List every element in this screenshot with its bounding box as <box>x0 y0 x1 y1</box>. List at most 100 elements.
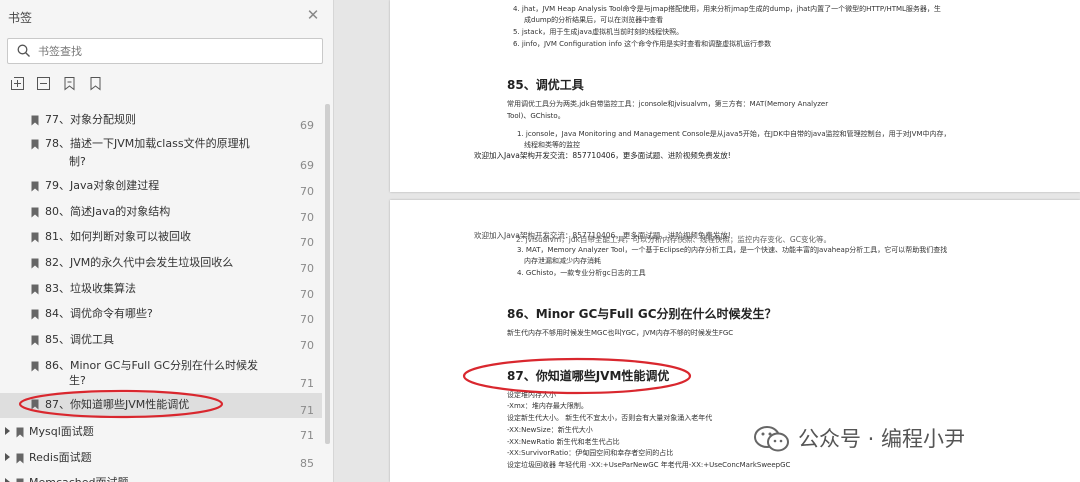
bookmark-label: 83、垃圾收集算法 <box>45 282 136 295</box>
bookmark-icon <box>31 361 39 372</box>
bookmark-icon <box>31 232 39 243</box>
bookmark-list: 77、对象分配规则 69 78、描述一下JVM加载class文件的原理机 制? … <box>0 104 333 482</box>
bookmark-page: 71 <box>300 429 314 442</box>
bookmark-label: 79、Java对象创建过程 <box>45 179 160 192</box>
bookmark-page: 70 <box>300 185 314 198</box>
bookmark-page: 70 <box>300 313 314 326</box>
bookmark-icon <box>31 139 39 150</box>
bookmark-label: Memcached面试题 <box>29 474 129 482</box>
collapse-all-icon[interactable] <box>36 76 52 92</box>
bookmark-page: 85 <box>300 457 314 470</box>
bookmark-icon <box>31 284 39 295</box>
text-line: 线程和类等的监控 <box>524 141 580 149</box>
bookmark-page: 70 <box>300 339 314 352</box>
bookmark-label: 80、简述Java的对象结构 <box>45 205 171 218</box>
bookmark-group[interactable]: Memcached面试题 <box>0 472 322 482</box>
bookmark-label: 87、你知道哪些JVM性能调优 <box>45 398 190 411</box>
panel-header: 书签 ✕ <box>0 0 333 34</box>
bookmark-scrollbar[interactable] <box>325 104 330 444</box>
expand-arrow-icon[interactable] <box>5 427 10 435</box>
text-line: 4. GChisto，一款专业分析gc日志的工具 <box>517 269 646 277</box>
text-line: -XX:SurvivorRatio：伊甸园空间和幸存者空间的占比 <box>507 449 674 457</box>
document-page: 欢迎加入Java架构开发交流：857710406，更多面试题、进阶视频免费发放!… <box>390 200 1080 482</box>
text-line: 设定新生代大小。 新生代不宜太小，否则会有大量对象涌入老年代 <box>507 414 713 422</box>
bookmark-page: 70 <box>300 288 314 301</box>
bookmark-page: 70 <box>300 262 314 275</box>
section-heading: 85、调优工具 <box>507 78 584 92</box>
bookmark-label: 85、调优工具 <box>45 333 114 346</box>
text-line: -XX:NewSize：新生代大小 <box>507 426 593 434</box>
document-page: 4. jhat，JVM Heap Analysis Tool命令是与jmap搭配… <box>390 0 1080 192</box>
bookmark-item[interactable]: 80、简述Java的对象结构 70 <box>0 201 322 225</box>
bookmark-page: 71 <box>300 377 314 390</box>
bookmark-label-cont: 制? <box>69 155 86 168</box>
text-line: 2. jvisualvm，jdk自带全能工具，可以分析内存快照、线程快照；监控内… <box>516 235 831 244</box>
bookmark-item[interactable]: 82、JVM的永久代中会发生垃圾回收么 70 <box>0 252 322 276</box>
text-line: 成dump的分析结果后，可以在浏览器中查看 <box>524 16 664 24</box>
bookmark-icon <box>31 258 39 269</box>
bookmark-page: 70 <box>300 236 314 249</box>
bookmark-icon <box>31 399 39 410</box>
bookmark-page: 71 <box>300 404 314 417</box>
text-line: -XX:NewRatio 新生代和老生代占比 <box>507 438 620 446</box>
bookmark-item[interactable]: 86、Minor GC与Full GC分别在什么时候发 生? 71 <box>0 355 322 391</box>
expand-all-icon[interactable] <box>10 76 26 92</box>
search-icon <box>17 44 30 57</box>
text-line: 1. jconsole，Java Monitoring and Manageme… <box>517 130 951 138</box>
bookmark-item[interactable]: 78、描述一下JVM加载class文件的原理机 制? 69 <box>0 133 322 175</box>
bookmark-label: 78、描述一下JVM加载class文件的原理机 <box>45 137 250 150</box>
bookmark-label: 81、如何判断对象可以被回收 <box>45 230 191 243</box>
watermark-text: 公众号 · 编程小尹 <box>798 427 966 451</box>
text-line: Tool)、GChisto。 <box>507 112 565 120</box>
bookmark-item[interactable]: 84、调优命令有哪些? 70 <box>0 303 322 327</box>
bookmark-item[interactable]: 77、对象分配规则 69 <box>0 109 322 132</box>
bookmark-group[interactable]: Redis面试题 85 <box>0 447 322 471</box>
bookmark-search-box[interactable] <box>7 38 323 64</box>
text-line: 新生代内存不够用时候发生MGC也叫YGC，JVM内存不够的时候发生FGC <box>507 329 734 337</box>
bookmark-page: 70 <box>300 211 314 224</box>
text-line: 常用调优工具分为两类,jdk自带监控工具：jconsole和jvisualvm，… <box>507 100 829 108</box>
text-line: -Xmx：堆内存最大限制。 <box>507 402 588 410</box>
expand-arrow-icon[interactable] <box>5 453 10 461</box>
text-line: 4. jhat，JVM Heap Analysis Tool命令是与jmap搭配… <box>513 5 941 13</box>
text-line: 内存泄漏和减少内存消耗 <box>524 257 601 265</box>
section-heading: 87、你知道哪些JVM性能调优 <box>507 369 670 383</box>
text-line: 设定垃圾回收器 年轻代用 -XX:+UseParNewGC 年老代用-XX:+U… <box>507 461 791 469</box>
bookmark-panel: 书签 ✕ 77、对象分配规则 69 78、 <box>0 0 334 482</box>
bookmark-page: 69 <box>300 159 314 172</box>
bookmark-search-input[interactable] <box>38 43 308 60</box>
bookmark-label: 82、JVM的永久代中会发生垃圾回收么 <box>45 256 234 269</box>
expand-arrow-icon[interactable] <box>5 478 10 482</box>
bookmark-group[interactable]: Mysql面试题 71 <box>0 421 322 445</box>
bookmark-page: 69 <box>300 119 314 132</box>
bookmark-icon <box>16 453 24 464</box>
bookmark-item[interactable]: 83、垃圾收集算法 70 <box>0 278 322 302</box>
wechat-icon <box>754 426 789 452</box>
bookmark-icon <box>31 115 39 126</box>
bookmark-item-selected[interactable]: 87、你知道哪些JVM性能调优 71 <box>0 393 322 418</box>
bookmark-icon <box>31 309 39 320</box>
bookmark-icon[interactable] <box>88 76 104 92</box>
bookmark-icon <box>31 181 39 192</box>
text-line: 设定堆内存大小 <box>507 391 556 399</box>
page-watermark: 欢迎加入Java架构开发交流：857710406，更多面试题、进阶视频免费发放! <box>474 151 731 160</box>
panel-title: 书签 <box>8 11 33 25</box>
section-heading: 86、Minor GC与Full GC分别在什么时候发生？ <box>507 307 777 321</box>
bookmark-item[interactable]: 81、如何判断对象可以被回收 70 <box>0 226 322 250</box>
bookmark-item[interactable]: 79、Java对象创建过程 70 <box>0 175 322 199</box>
bookmark-label: 84、调优命令有哪些? <box>45 307 153 320</box>
bookmark-label: Redis面试题 <box>29 451 92 464</box>
bookmark-label: Mysql面试题 <box>29 425 94 438</box>
bookmark-icon <box>31 335 39 346</box>
text-line: 6. jinfo，JVM Configuration info 这个命令作用是实… <box>513 40 772 48</box>
bookmark-item[interactable]: 85、调优工具 70 <box>0 329 322 353</box>
close-icon[interactable]: ✕ <box>304 6 322 24</box>
bookmark-icon <box>31 207 39 218</box>
bookmark-icon <box>16 427 24 438</box>
text-line: 5. jstack，用于生成java虚拟机当前时刻的线程快照。 <box>513 28 684 36</box>
bookmark-label: 77、对象分配规则 <box>45 113 136 126</box>
bookmark-label-cont: 生? <box>69 374 86 387</box>
bookmark-add-icon[interactable] <box>62 76 78 92</box>
text-line: 3. MAT，Memory Analyzer Tool，一个基于Eclipse的… <box>517 246 948 254</box>
bookmark-icon <box>16 478 24 482</box>
